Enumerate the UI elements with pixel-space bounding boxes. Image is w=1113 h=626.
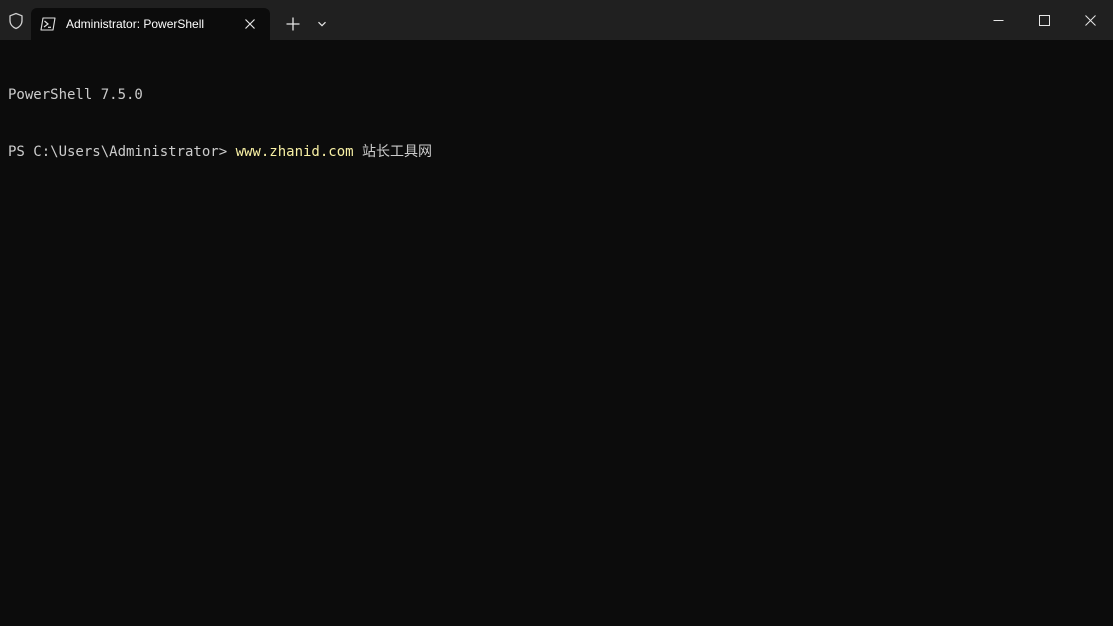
close-icon[interactable] <box>238 14 262 34</box>
tab-title: Administrator: PowerShell <box>66 17 205 31</box>
terminal-output[interactable]: PowerShell 7.5.0 PS C:\Users\Administrat… <box>8 48 432 200</box>
title-bar[interactable]: Administrator: PowerShell <box>0 0 1113 40</box>
shield-icon <box>6 11 26 31</box>
terminal-window: Administrator: PowerShell PowerShell 7.5… <box>0 0 1113 626</box>
prompt-line: PS C:\Users\Administrator> www.zhanid.co… <box>8 143 432 162</box>
chevron-down-icon[interactable] <box>312 14 332 34</box>
tab-powershell[interactable]: Administrator: PowerShell <box>31 8 270 40</box>
command-text: www.zhanid.com <box>235 144 354 160</box>
version-line: PowerShell 7.5.0 <box>8 87 143 103</box>
close-window-icon[interactable] <box>1067 0 1113 40</box>
prompt: PS C:\Users\Administrator> <box>8 144 236 160</box>
plus-icon[interactable] <box>281 12 305 36</box>
powershell-icon <box>40 16 56 32</box>
minimize-icon[interactable] <box>975 0 1021 40</box>
maximize-icon[interactable] <box>1021 0 1067 40</box>
command-argument: 站长工具网 <box>353 144 433 160</box>
